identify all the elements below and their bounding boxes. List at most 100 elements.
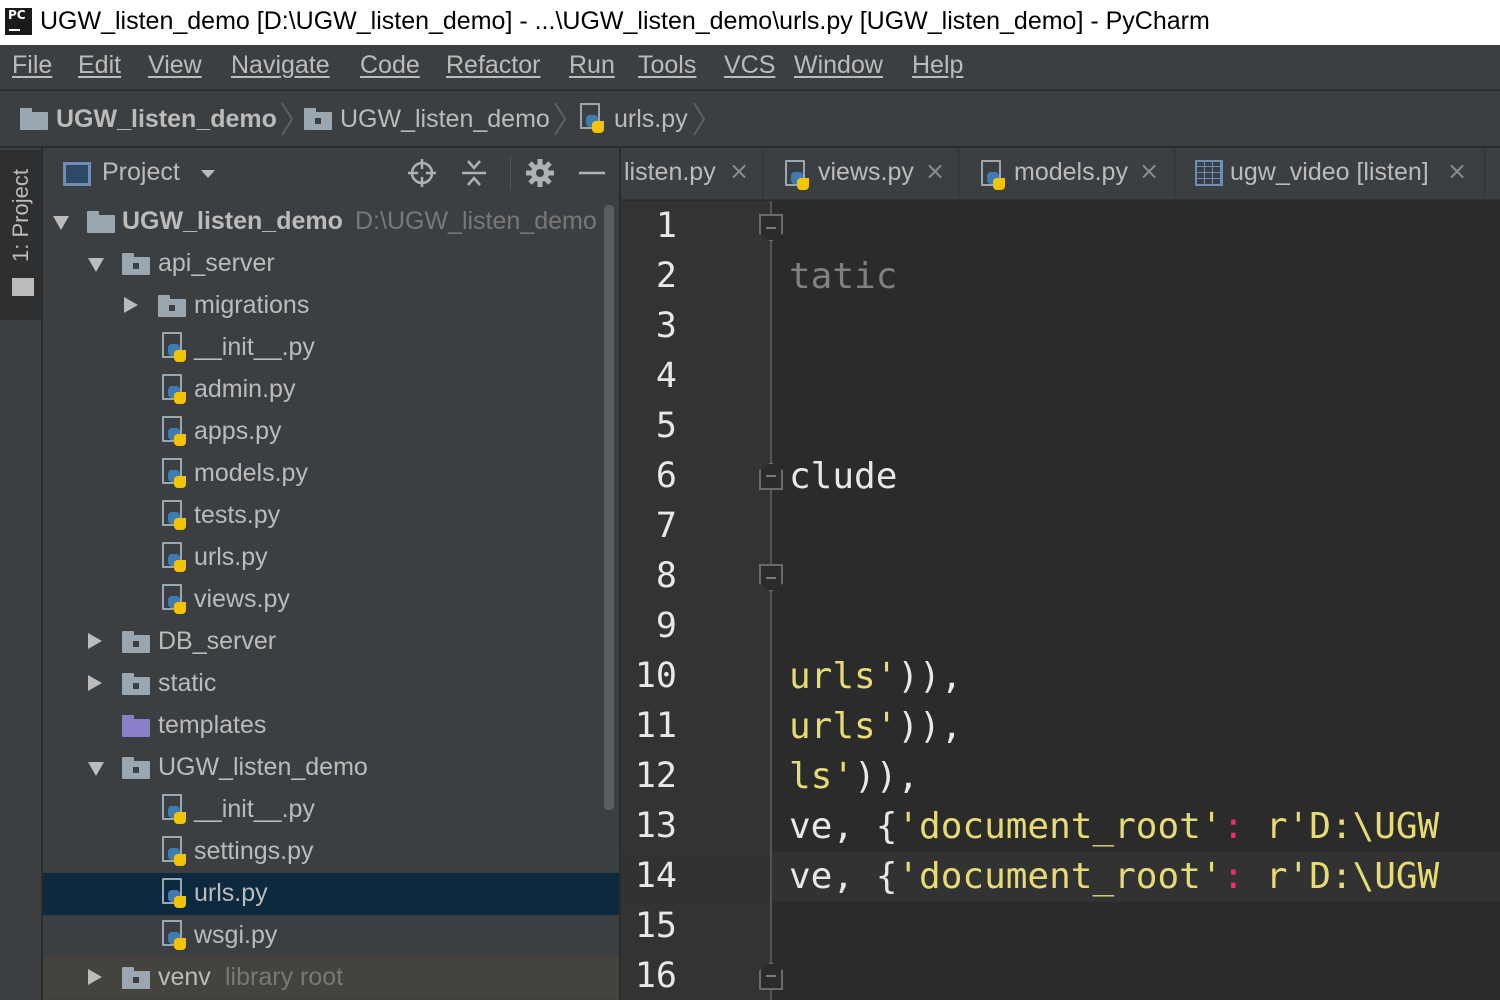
tree-item-venv[interactable]: venv library root [43,957,619,999]
expand-arrow-icon[interactable] [88,762,104,776]
code-token: )), [854,756,920,797]
code-token: ve, { [789,806,898,847]
code-editor[interactable]: 1 2 tatic 3 4 5 6 clude 7 8 9 10 urls')), 11 urls')), 1… [621,201,1500,1000]
menu-help[interactable]: Help [912,51,963,80]
locate-icon[interactable] [405,156,439,190]
minimize-icon[interactable] [575,156,609,190]
code-token: r'D:\UGW [1265,856,1440,897]
expand-arrow-icon[interactable] [53,216,69,230]
close-icon[interactable]: × [1139,157,1159,185]
line-number: 12 [634,756,677,796]
tree-item-migrations[interactable]: migrations [43,285,619,327]
line-number: 10 [634,656,677,696]
line-number: 4 [655,356,677,396]
navigation-bar: UGW_listen_demo UGW_listen_demo urls.py [0,91,1500,147]
tree-item-file[interactable]: settings.py [43,831,619,873]
folder-icon [122,673,150,695]
line-number: 3 [655,306,677,346]
python-file-icon [160,836,188,868]
python-file-icon [160,458,188,490]
gear-icon[interactable] [523,156,557,190]
collapse-arrow-icon[interactable] [88,675,102,691]
code-line[interactable]: 12 ls')), [621,752,1500,802]
menu-vcs[interactable]: VCS [724,51,775,80]
breadcrumb-file[interactable]: urls.py [578,91,688,147]
breadcrumb-package[interactable]: UGW_listen_demo [304,91,550,147]
editor-tab-bar: listen.py × views.py × models.py × ugw_v… [621,148,1500,200]
code-line[interactable]: 5 [621,402,1500,452]
breadcrumb-project-root[interactable]: UGW_listen_demo [20,91,277,147]
tree-item-file[interactable]: __init__.py [43,327,619,369]
tree-item-file-selected[interactable]: urls.py [43,873,619,915]
code-line[interactable]: 1 [621,202,1500,252]
close-icon[interactable]: × [1447,157,1467,185]
tree-item-file[interactable]: apps.py [43,411,619,453]
code-line[interactable]: 2 tatic [621,252,1500,302]
tree-item-api-server[interactable]: api_server [43,243,619,285]
code-text: ls')), [789,756,919,797]
tree-item-file[interactable]: views.py [43,579,619,621]
menu-tools[interactable]: Tools [638,51,696,80]
code-line[interactable]: 13 ve, {'document_root': r'D:\UGW [621,802,1500,852]
code-line[interactable]: 9 [621,602,1500,652]
tree-item-file[interactable]: wsgi.py [43,915,619,957]
line-number: 16 [634,956,677,996]
code-line[interactable]: 11 urls')), [621,702,1500,752]
tab-models-py[interactable]: models.py × [959,148,1175,199]
code-line[interactable]: 4 [621,352,1500,402]
chevron-down-icon[interactable] [201,170,215,178]
tree-item-label: urls.py [194,543,268,571]
menu-view[interactable]: View [148,51,202,80]
code-line[interactable]: 3 [621,302,1500,352]
window-title: UGW_listen_demo [D:\UGW_listen_demo] - .… [40,7,1210,35]
code-token: 'document_root' [897,856,1223,897]
code-line[interactable]: 8 [621,552,1500,602]
code-line[interactable]: 10 urls')), [621,652,1500,702]
code-line[interactable]: 15 [621,902,1500,952]
tab-views-py[interactable]: views.py × [763,148,959,199]
tree-item-db-server[interactable]: DB_server [43,621,619,663]
collapse-all-icon[interactable] [457,156,491,190]
collapse-arrow-icon[interactable] [88,633,102,649]
tree-item-ugw-listen-demo[interactable]: UGW_listen_demo [43,747,619,789]
project-scrollbar[interactable] [604,205,614,810]
code-line[interactable]: 6 clude [621,452,1500,502]
collapse-arrow-icon[interactable] [124,297,138,313]
menu-run[interactable]: Run [569,51,615,80]
menu-edit[interactable]: Edit [78,51,121,80]
tree-item-file[interactable]: tests.py [43,495,619,537]
expand-arrow-icon[interactable] [88,258,104,272]
code-line[interactable]: 14 ve, {'document_root': r'D:\UGW [621,852,1500,902]
templates-folder-icon [122,715,150,737]
menu-code[interactable]: Code [360,51,420,80]
menu-refactor[interactable]: Refactor [446,51,540,80]
line-number: 14 [634,856,677,896]
tree-item-label: __init__.py [194,795,315,823]
close-icon[interactable]: × [925,157,945,185]
project-panel-title[interactable]: Project [102,158,180,187]
menu-window[interactable]: Window [794,51,883,80]
close-icon[interactable]: × [729,157,749,185]
tab-listen-py[interactable]: listen.py × [621,148,763,199]
breadcrumb-separator-icon [693,102,706,136]
tree-item-project-root[interactable]: UGW_listen_demo D:\UGW_listen_demo [43,201,619,243]
line-number: 8 [655,556,677,596]
code-line[interactable]: 7 [621,502,1500,552]
tree-item-file[interactable]: models.py [43,453,619,495]
tree-item-file[interactable]: admin.py [43,369,619,411]
title-bar: PC UGW_listen_demo [D:\UGW_listen_demo] … [0,0,1500,45]
menu-navigate[interactable]: Navigate [231,51,330,80]
tree-item-file[interactable]: urls.py [43,537,619,579]
code-text: tatic [789,256,897,297]
tree-item-templates[interactable]: templates [43,705,619,747]
tree-item-file[interactable]: __init__.py [43,789,619,831]
collapse-arrow-icon[interactable] [88,969,102,985]
tree-item-label: __init__.py [194,333,315,361]
menu-file[interactable]: File [12,51,52,80]
python-file-icon [160,416,188,448]
code-text: ve, {'document_root': r'D:\UGW [789,806,1439,847]
code-line[interactable]: 16 [621,952,1500,1000]
tab-ugw-video-table[interactable]: ugw_video [listen] × [1175,148,1485,199]
tree-item-static[interactable]: static [43,663,619,705]
project-tool-window-button[interactable]: 1: Project [0,150,42,320]
